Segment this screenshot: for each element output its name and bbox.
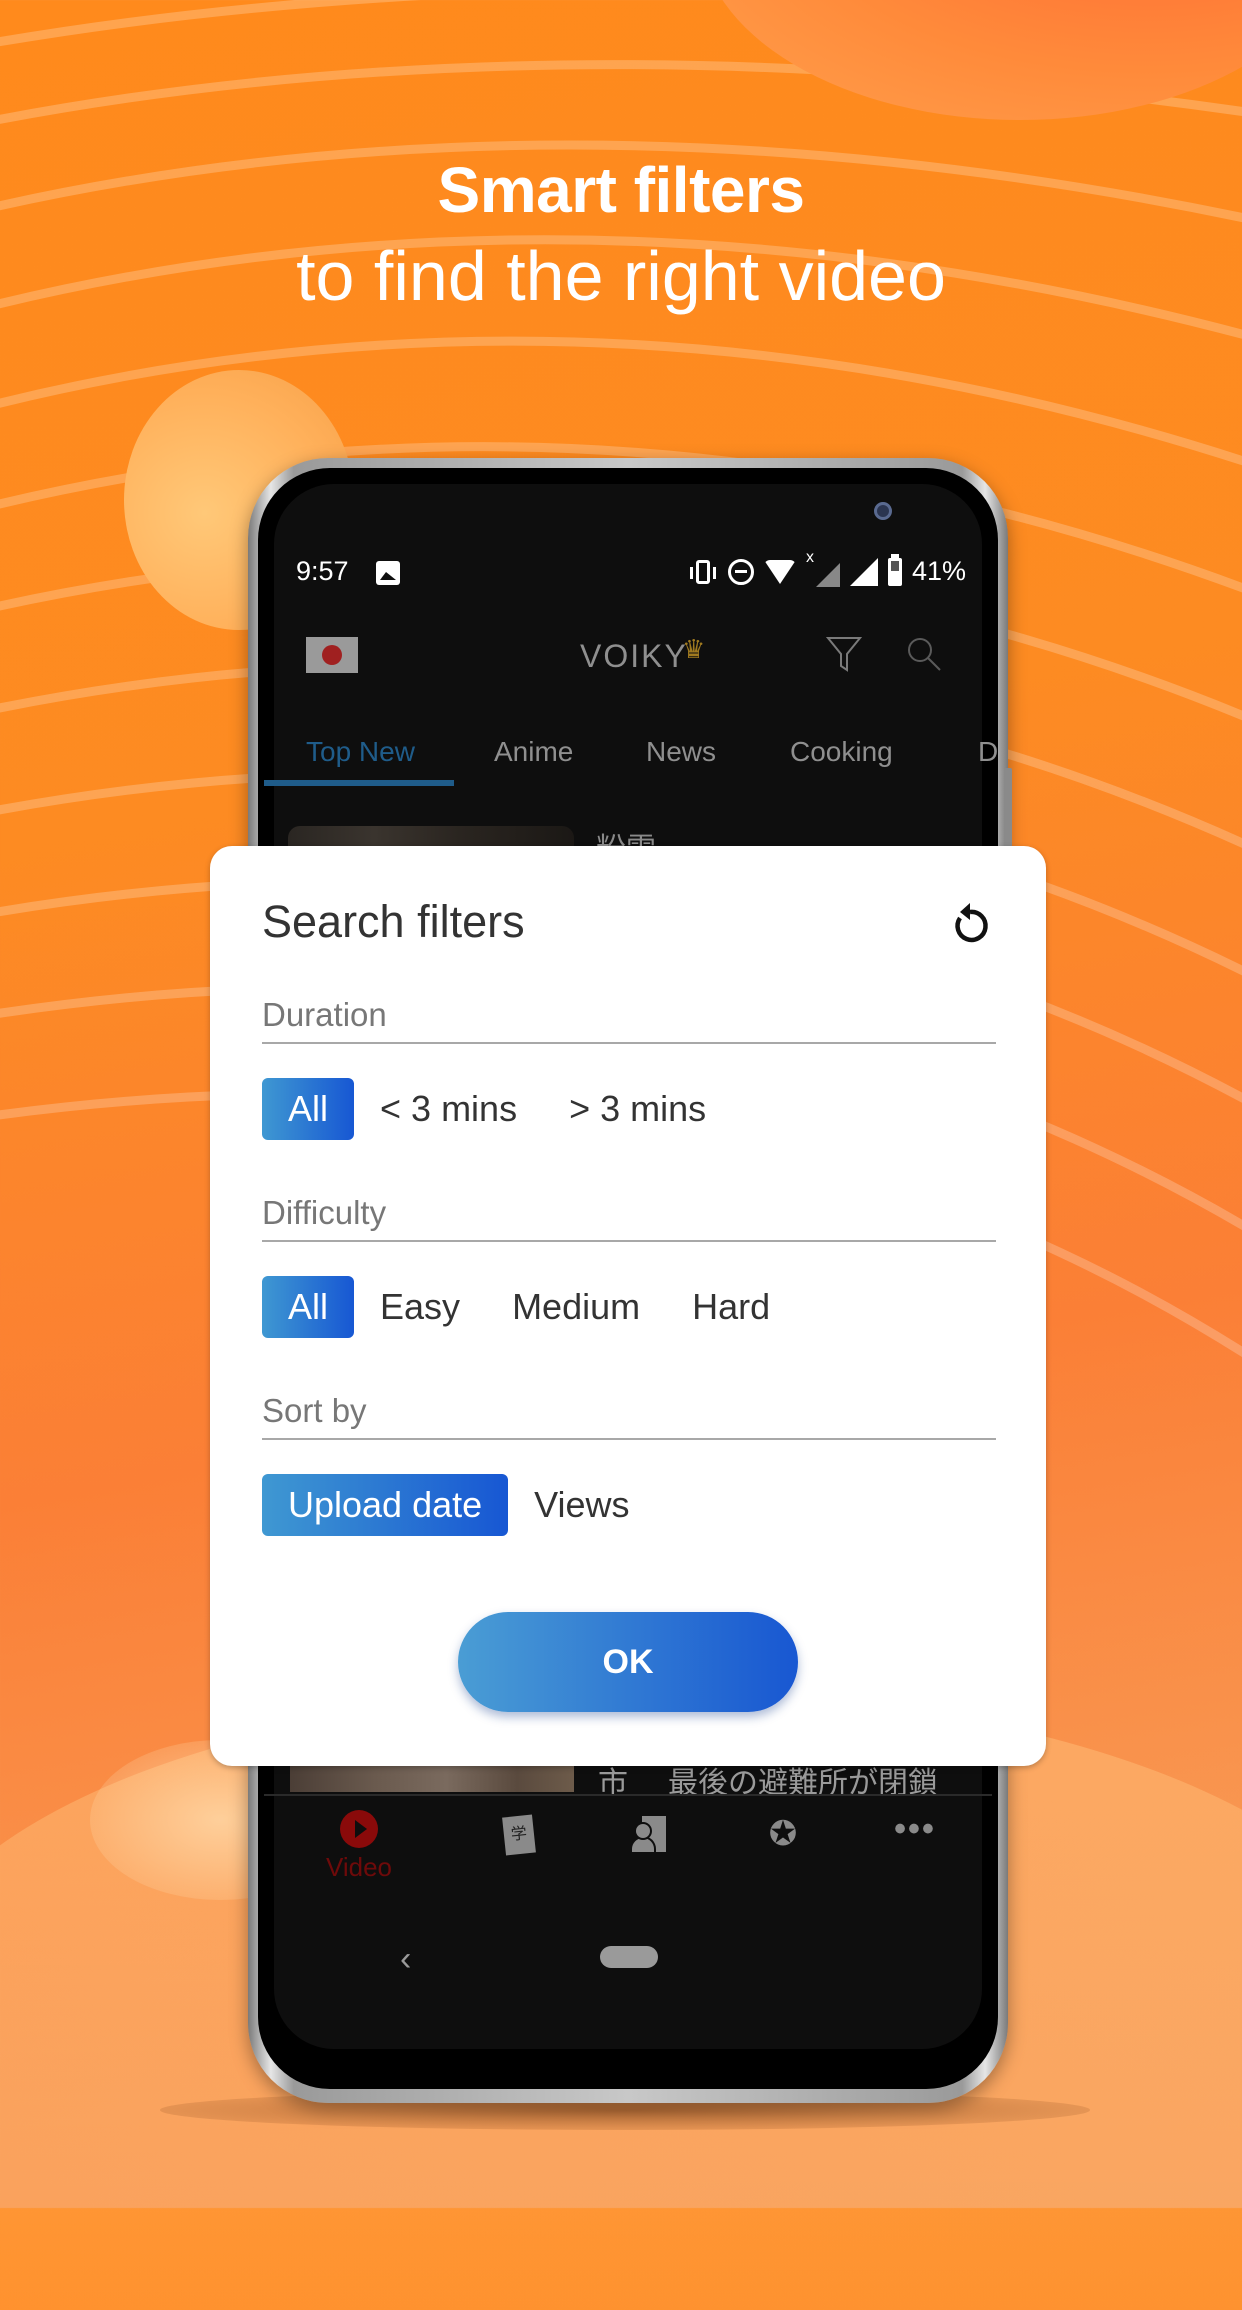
app-bar: VOIKY ♛ bbox=[264, 620, 992, 710]
do-not-disturb-icon bbox=[727, 558, 754, 585]
filter-icon[interactable] bbox=[824, 634, 864, 674]
duration-option-over-3[interactable]: > 3 mins bbox=[543, 1078, 732, 1140]
dialog-title: Search filters bbox=[262, 896, 525, 947]
reset-filters-icon[interactable] bbox=[946, 900, 994, 948]
promo-subheadline: to find the right video bbox=[296, 237, 946, 315]
category-tabs: Top New Anime News Cooking D bbox=[264, 722, 998, 788]
difficulty-option-all[interactable]: All bbox=[262, 1276, 355, 1338]
system-home-button[interactable] bbox=[600, 1946, 658, 1968]
list-divider bbox=[264, 1794, 992, 1796]
vibrate-icon bbox=[689, 559, 716, 584]
sort-by-options: Upload date Views bbox=[262, 1474, 656, 1536]
promo-headline: Smart filters bbox=[437, 154, 805, 226]
nav-video-label: Video bbox=[325, 1852, 393, 1882]
tab-news[interactable]: News bbox=[646, 736, 716, 768]
video-thumbnail[interactable] bbox=[290, 1762, 574, 1792]
nav-ranking[interactable]: ✪ bbox=[738, 1810, 828, 1854]
battery-percent: 41% bbox=[911, 556, 966, 586]
nav-more[interactable]: ••• bbox=[870, 1810, 960, 1849]
nav-study[interactable]: 学 bbox=[474, 1810, 564, 1856]
tab-partial[interactable]: D bbox=[978, 736, 998, 768]
tab-top-new[interactable]: Top New bbox=[306, 736, 415, 768]
search-icon[interactable] bbox=[904, 634, 944, 674]
difficulty-divider bbox=[262, 1240, 996, 1242]
no-sim-signal-icon: x bbox=[806, 549, 840, 587]
difficulty-option-hard[interactable]: Hard bbox=[666, 1276, 796, 1338]
battery-icon bbox=[887, 553, 902, 586]
study-book-icon: 学 bbox=[502, 1814, 536, 1856]
crown-icon: ♛ bbox=[682, 634, 706, 664]
cell-signal-icon bbox=[849, 557, 878, 586]
duration-option-all[interactable]: All bbox=[262, 1078, 355, 1140]
award-icon: ✪ bbox=[768, 1815, 798, 1853]
system-back-button[interactable]: ‹ bbox=[400, 1940, 411, 1979]
active-tab-indicator bbox=[264, 780, 454, 786]
difficulty-label: Difficulty bbox=[262, 1194, 387, 1231]
sort-option-upload-date[interactable]: Upload date bbox=[262, 1474, 509, 1536]
japan-flag-icon[interactable] bbox=[306, 637, 358, 673]
front-camera bbox=[874, 502, 892, 520]
duration-label: Duration bbox=[262, 996, 387, 1033]
image-notification-icon bbox=[376, 561, 400, 585]
bottom-navigation: Video 学 ✪ ••• bbox=[264, 1800, 992, 1910]
duration-divider bbox=[262, 1042, 996, 1044]
difficulty-option-easy[interactable]: Easy bbox=[354, 1276, 486, 1338]
difficulty-options: All Easy Medium Hard bbox=[262, 1276, 796, 1338]
sort-by-divider bbox=[262, 1438, 996, 1440]
ok-button[interactable]: OK bbox=[458, 1612, 798, 1712]
nav-video[interactable]: Video bbox=[314, 1810, 404, 1883]
tab-anime[interactable]: Anime bbox=[494, 736, 573, 768]
app-logo: VOIKY bbox=[580, 638, 688, 674]
nav-profile[interactable] bbox=[606, 1810, 696, 1854]
duration-option-under-3[interactable]: < 3 mins bbox=[354, 1078, 543, 1140]
tab-cooking[interactable]: Cooking bbox=[790, 736, 893, 768]
sort-option-views[interactable]: Views bbox=[508, 1474, 655, 1536]
video-title[interactable]: 粉雪 bbox=[596, 824, 656, 846]
play-icon bbox=[340, 1810, 378, 1848]
wifi-icon bbox=[763, 559, 796, 584]
sort-by-label: Sort by bbox=[262, 1392, 367, 1429]
search-filters-dialog: Search filters Duration All < 3 mins > 3… bbox=[210, 846, 1046, 1766]
duration-options: All < 3 mins > 3 mins bbox=[262, 1078, 732, 1140]
promo-headline-block: Smart filters to find the right video bbox=[0, 150, 1242, 322]
profile-card-icon bbox=[632, 1816, 666, 1854]
difficulty-option-medium[interactable]: Medium bbox=[486, 1276, 666, 1338]
more-icon: ••• bbox=[894, 1810, 936, 1848]
status-time: 9:57 bbox=[296, 556, 349, 586]
status-bar: 9:57 x 41% bbox=[296, 549, 966, 592]
phone-side-button bbox=[1004, 768, 1012, 858]
